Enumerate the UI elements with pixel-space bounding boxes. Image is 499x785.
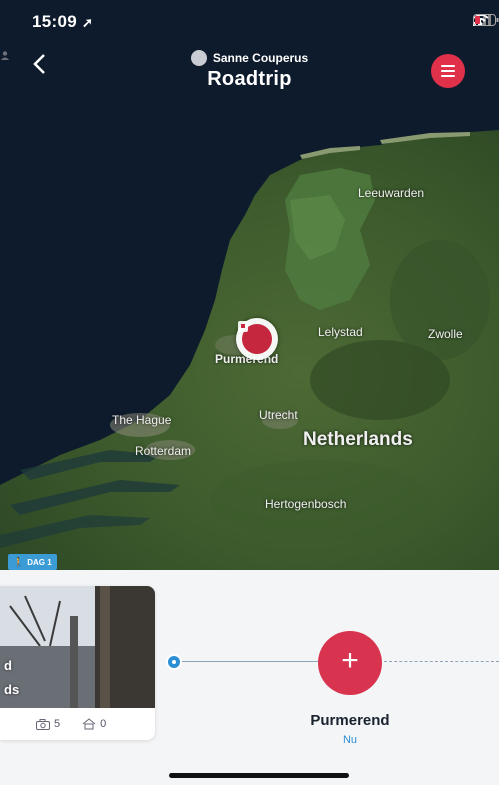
map-label-utrecht: Utrecht: [259, 408, 298, 422]
clock-text: 15:09: [32, 12, 77, 31]
map-label-country: Netherlands: [303, 429, 413, 450]
stop-photo: d ds: [0, 586, 155, 708]
trip-header: Sanne Couperus Roadtrip: [0, 50, 499, 91]
walking-icon: 🚶: [13, 556, 25, 567]
house-icon: [82, 718, 96, 730]
day-tag[interactable]: 🚶 DAG 1: [8, 554, 57, 570]
status-time: 15:09 ➚: [32, 12, 93, 32]
map-label-lelystad: Lelystad: [318, 325, 363, 339]
map-label-the-hague: The Hague: [112, 413, 172, 427]
timeline-dot[interactable]: [166, 654, 182, 670]
place-time: Nu: [342, 734, 358, 746]
card-stats: 5 0: [36, 718, 106, 730]
day-tag-label: DAG 1: [27, 557, 52, 567]
hamburger-icon-line: [441, 75, 455, 77]
menu-button[interactable]: [431, 54, 465, 88]
photo-image: [0, 586, 155, 708]
map-label-leeuwarden: Leeuwarden: [358, 186, 425, 200]
trip-title: Roadtrip: [207, 68, 292, 90]
home-indicator[interactable]: [169, 773, 349, 778]
lodging-count-value: 0: [100, 718, 107, 730]
satellite-map[interactable]: 15:09 ➚ Sanne Couperus Roadtrip Leeuward…: [0, 0, 499, 570]
photo-count-value: 5: [54, 718, 61, 730]
timeline-line: [180, 661, 320, 662]
photo-count: 5: [36, 718, 60, 730]
timeline-dash: [384, 661, 499, 662]
camera-icon: [36, 718, 50, 730]
place-name[interactable]: Purmerend: [250, 712, 450, 729]
map-label-zwolle: Zwolle: [428, 327, 463, 341]
stop-card[interactable]: d ds 5 0: [0, 586, 155, 740]
battery-icon: [473, 14, 499, 26]
map-label-rotterdam: Rotterdam: [135, 444, 192, 458]
app-screen: 15:09 ➚ Sanne Couperus Roadtrip Leeuward…: [0, 0, 499, 785]
timeline-panel: d ds 5 0 + Purmerend Nu: [0, 570, 499, 785]
add-stop-button[interactable]: +: [318, 631, 382, 695]
photo-caption-1: d: [4, 658, 12, 673]
hamburger-icon-line: [441, 70, 455, 72]
trip-owner[interactable]: Sanne Couperus: [0, 50, 499, 66]
location-pin[interactable]: [236, 318, 278, 360]
map-label-hertogenbosch: Hertogenbosch: [265, 497, 347, 511]
lodging-count: 0: [82, 718, 106, 730]
hamburger-icon: [441, 65, 455, 67]
owner-name: Sanne Couperus: [212, 51, 309, 65]
pin-marker-icon: [238, 321, 272, 354]
location-arrow-icon: ➚: [82, 15, 94, 30]
photo-caption-2: ds: [4, 682, 20, 697]
avatar-icon: [1, 50, 207, 66]
status-bar: 15:09 ➚: [0, 0, 499, 44]
